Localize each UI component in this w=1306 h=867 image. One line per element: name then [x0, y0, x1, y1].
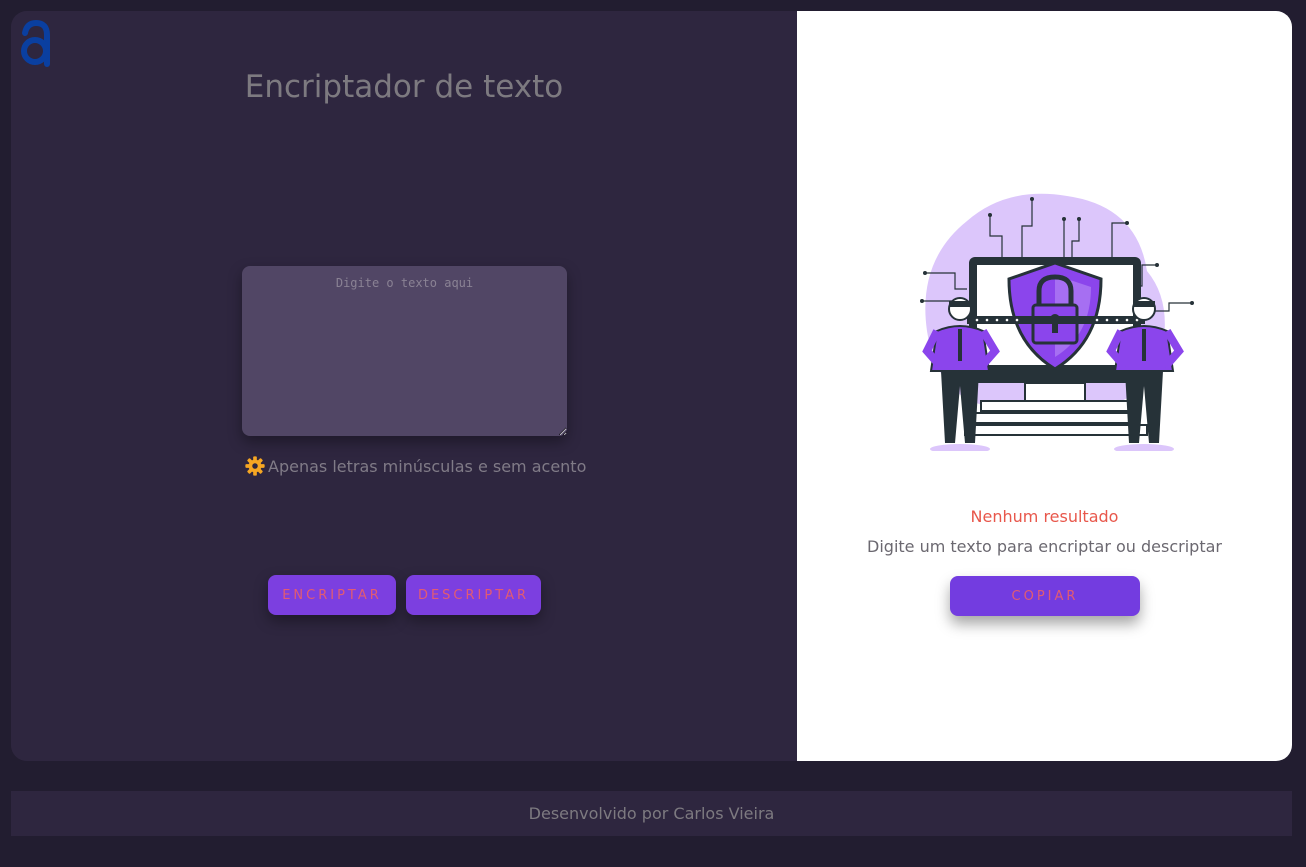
empty-result-description: Digite um texto para encriptar ou descri… — [867, 537, 1222, 556]
security-lock-illustration — [920, 193, 1194, 451]
encrypt-button[interactable]: ENCRIPTAR — [268, 575, 396, 615]
empty-result-title: Nenhum resultado — [970, 507, 1119, 526]
input-hint: Apenas letras minúsculas e sem acento — [244, 455, 586, 477]
page-title: Encriptador de texto — [244, 69, 564, 105]
decrypt-button[interactable]: DESCRIPTAR — [406, 575, 541, 615]
text-input[interactable] — [242, 266, 567, 436]
output-panel: Nenhum resultado Digite um texto para en… — [797, 11, 1292, 761]
hint-text: Apenas letras minúsculas e sem acento — [268, 456, 587, 476]
copy-button[interactable]: COPIAR — [950, 576, 1140, 616]
main-container: Encriptador de texto Apenas letras minús… — [11, 11, 1292, 761]
encrypter-panel: Encriptador de texto Apenas letras minús… — [11, 11, 797, 761]
gear-icon — [245, 456, 265, 476]
footer: Desenvolvido por Carlos Vieira — [11, 791, 1292, 836]
footer-text: Desenvolvido por Carlos Vieira — [528, 804, 775, 823]
a-logo-icon[interactable] — [17, 17, 53, 69]
